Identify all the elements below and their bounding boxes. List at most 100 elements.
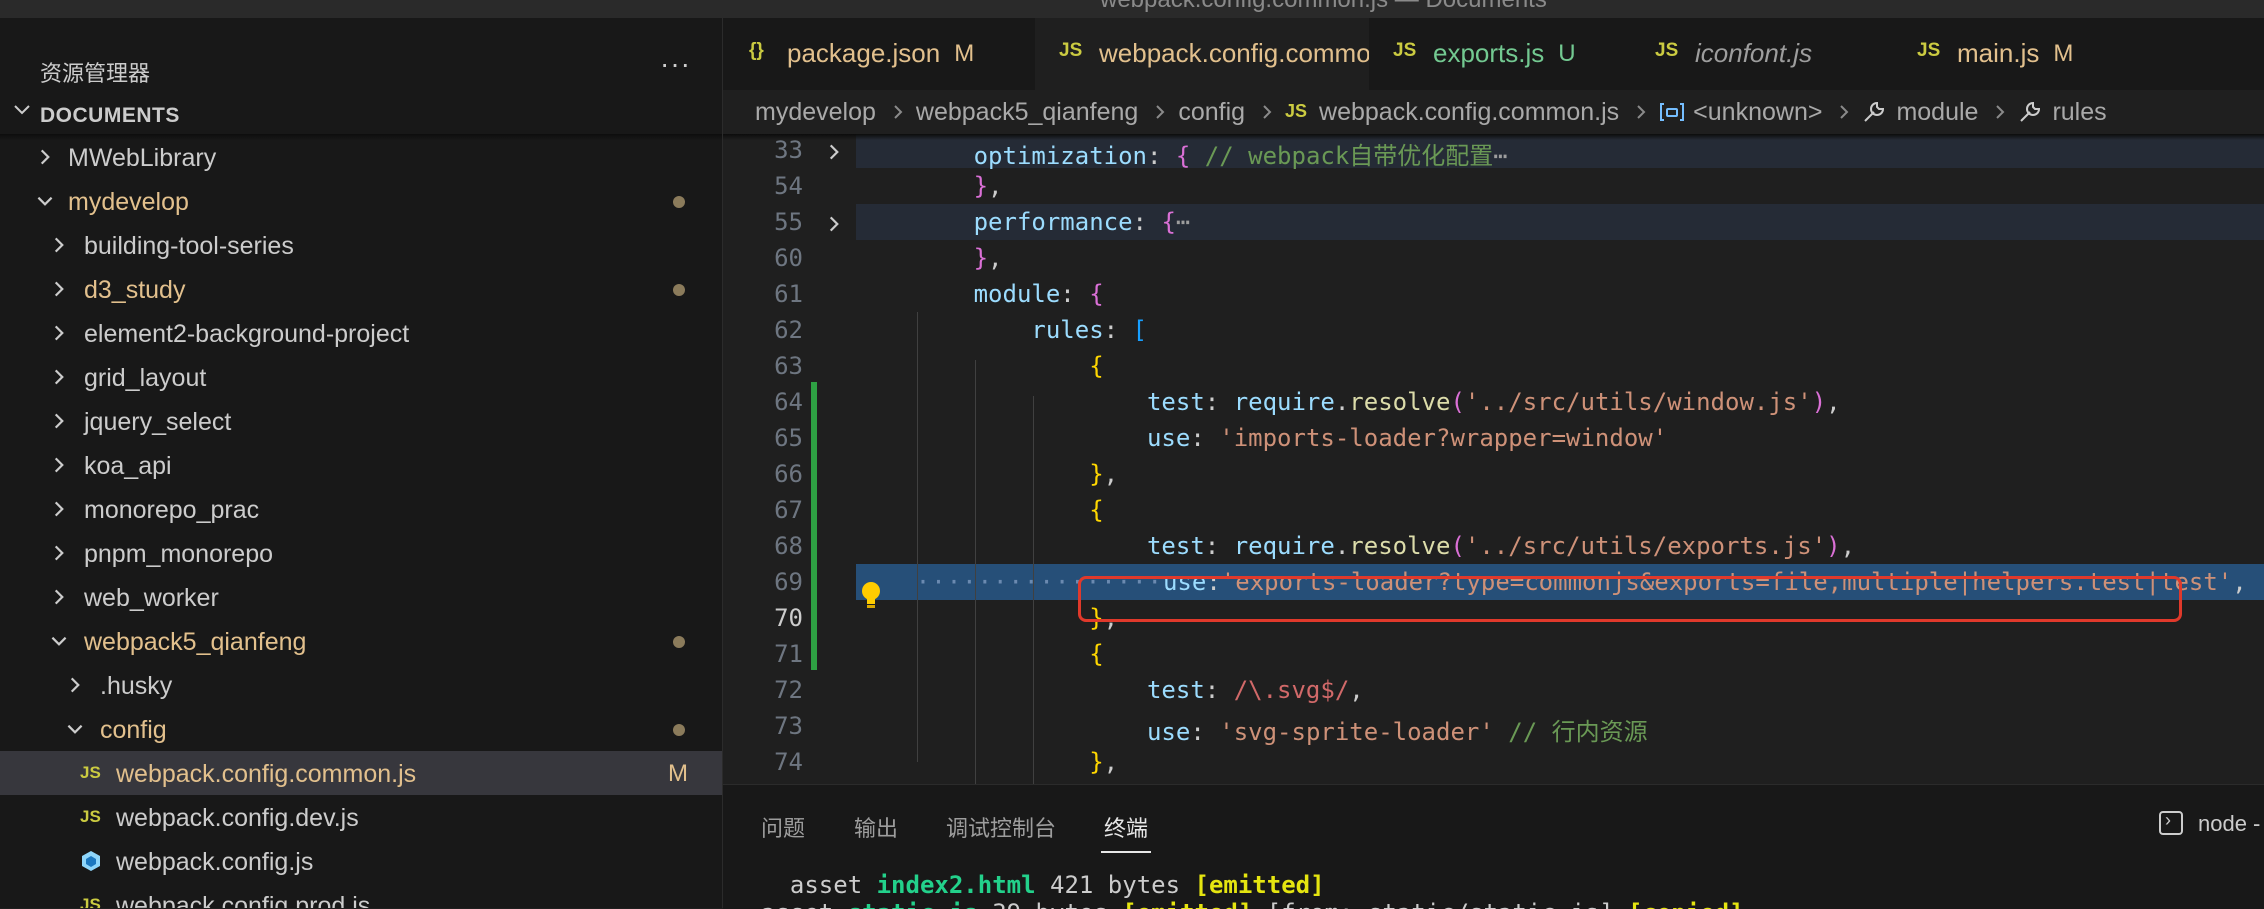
- code-line[interactable]: },: [858, 460, 1118, 488]
- editor-tab[interactable]: {} package.json M: [723, 18, 1036, 90]
- git-status-badge: U: [1558, 40, 1576, 67]
- code-token: ): [1811, 388, 1827, 416]
- breadcrumb-separator-icon: [1156, 105, 1165, 119]
- tree-folder[interactable]: monorepo_prac: [0, 487, 722, 531]
- breadcrumb-separator-icon: [1263, 105, 1272, 119]
- code-token: '../src/utils/exports.js': [1464, 532, 1827, 560]
- code-token: 'svg-sprite-loader': [1219, 718, 1494, 746]
- tree-folder[interactable]: d3_study: [0, 267, 722, 311]
- tree-folder[interactable]: mydevelop: [0, 179, 722, 223]
- code-line[interactable]: module: {: [858, 280, 1104, 308]
- line-number: 63: [774, 352, 803, 380]
- tree-file[interactable]: JS webpack.config.common.js M: [0, 751, 722, 795]
- section-documents[interactable]: DOCUMENTS: [0, 94, 722, 134]
- tree-folder[interactable]: .husky: [0, 663, 722, 707]
- code-line[interactable]: use: 'imports-loader?wrapper=window': [858, 424, 1667, 452]
- tab-problems[interactable]: 问题: [761, 811, 805, 843]
- terminal-token: asset: [761, 871, 877, 899]
- code-line[interactable]: performance: {⋯: [858, 208, 1191, 236]
- js-file-icon: JS: [80, 763, 101, 782]
- breadcrumb-symbol[interactable]: rules: [2052, 98, 2106, 127]
- code-line[interactable]: {: [858, 352, 1104, 380]
- terminal-icon[interactable]: ›: [2159, 810, 2183, 835]
- code-line[interactable]: rules: [: [858, 316, 1147, 344]
- tab-debug-console[interactable]: 调试控制台: [946, 811, 1056, 843]
- tree-folder[interactable]: web_worker: [0, 575, 722, 619]
- chevron-right-icon: [40, 149, 50, 165]
- tree-folder[interactable]: pnpm_monorepo: [0, 531, 722, 575]
- fold-chevron-icon[interactable]: [823, 141, 845, 163]
- code-line[interactable]: optimization: { // webpack自带优化配置⋯: [858, 136, 1508, 171]
- breadcrumb-file[interactable]: webpack.config.common.js: [1319, 98, 1619, 127]
- chevron-right-icon: [54, 413, 64, 429]
- code-line[interactable]: },: [858, 172, 1003, 200]
- code-line[interactable]: use: 'svg-sprite-loader' // 行内资源: [858, 712, 1648, 747]
- code-line[interactable]: },: [858, 244, 1003, 272]
- tree-folder[interactable]: config: [0, 707, 722, 751]
- code-token: :: [1204, 676, 1234, 704]
- tree-item-label: webpack.config.prod.js: [116, 892, 371, 908]
- bottom-panel: 问题 输出 调试控制台 终端 › node - asset index2.htm…: [723, 784, 2264, 909]
- tree-item-label: d3_study: [84, 276, 186, 304]
- line-number: 54: [774, 172, 803, 200]
- tree-folder[interactable]: building-tool-series: [0, 223, 722, 267]
- tree-folder[interactable]: MWebLibrary: [0, 135, 722, 179]
- lightbulb-icon[interactable]: [858, 580, 884, 612]
- fold-chevron-icon[interactable]: [823, 213, 845, 235]
- code-token: ,: [1826, 388, 1841, 416]
- more-actions-icon[interactable]: ···: [660, 48, 691, 80]
- code-line[interactable]: {: [858, 496, 1104, 524]
- breadcrumb-symbol[interactable]: <unknown>: [1693, 98, 1822, 127]
- breadcrumb-separator-icon: [894, 105, 903, 119]
- chevron-right-icon: [54, 325, 64, 341]
- tree-folder[interactable]: grid_layout: [0, 355, 722, 399]
- json-file-icon: {}: [749, 40, 764, 61]
- tab-output[interactable]: 输出: [854, 811, 898, 843]
- line-number: 73: [774, 712, 803, 740]
- line-number: 62: [774, 316, 803, 344]
- code-editor[interactable]: 33 optimization: { // webpack自带优化配置⋯ 54 }…: [723, 134, 2264, 784]
- tab-terminal[interactable]: 终端: [1104, 811, 1148, 843]
- tree-folder[interactable]: element2-background-project: [0, 311, 722, 355]
- line-number: 55: [774, 208, 803, 236]
- breadcrumb-folder[interactable]: config: [1178, 98, 1245, 127]
- code-token: :: [1190, 718, 1220, 746]
- active-tab-indicator: [1101, 851, 1151, 853]
- code-token: {: [1089, 496, 1104, 524]
- editor-tab[interactable]: JS iconfont.js: [1631, 18, 1894, 90]
- breadcrumb-folder[interactable]: webpack5_qianfeng: [916, 98, 1138, 127]
- code-line[interactable]: },: [858, 748, 1118, 776]
- js-file-icon: JS: [80, 895, 101, 908]
- tree-folder[interactable]: webpack5_qianfeng: [0, 619, 722, 663]
- tree-item-label: koa_api: [84, 452, 172, 480]
- editor-tab[interactable]: JSwebpack.config.common.jsM✕: [1035, 18, 1482, 90]
- tree-file[interactable]: webpack.config.js: [0, 839, 722, 883]
- breadcrumb-folder[interactable]: mydevelop: [755, 98, 876, 127]
- code-line[interactable]: test: require.resolve('../src/utils/wind…: [858, 388, 1841, 416]
- tree-item-label: grid_layout: [84, 364, 207, 392]
- line-number: 69: [774, 568, 803, 596]
- tree-item-label: MWebLibrary: [68, 144, 217, 172]
- tree-item-label: webpack.config.dev.js: [116, 804, 359, 832]
- terminal-name[interactable]: node -: [2198, 811, 2260, 837]
- tree-file[interactable]: JS webpack.config.prod.js: [0, 883, 722, 908]
- code-line[interactable]: {: [858, 640, 1103, 668]
- chevron-down-icon: [67, 724, 83, 734]
- code-line[interactable]: test: /\.svg$/,: [858, 676, 1364, 704]
- code-token: {: [1089, 280, 1104, 308]
- tree-folder[interactable]: jquery_select: [0, 399, 722, 443]
- code-line[interactable]: test: require.resolve('../src/utils/expo…: [858, 532, 1855, 560]
- editor-tab[interactable]: JS exports.js U: [1369, 18, 1632, 90]
- indent-guide: [975, 360, 976, 784]
- editor-tab[interactable]: JS main.js M: [1893, 18, 2264, 90]
- code-token: :: [1204, 388, 1234, 416]
- tree-folder[interactable]: koa_api: [0, 443, 722, 487]
- tree-file[interactable]: JS webpack.config.dev.js: [0, 795, 722, 839]
- breadcrumb-symbol[interactable]: module: [1896, 98, 1978, 127]
- code-token: {: [1089, 352, 1104, 380]
- breadcrumb-separator-icon: [1637, 105, 1646, 119]
